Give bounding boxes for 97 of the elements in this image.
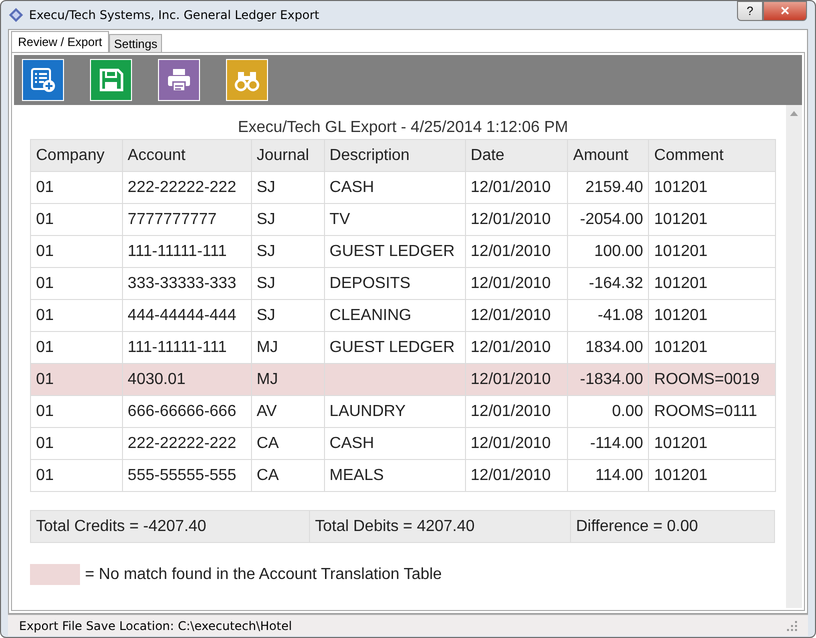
- table-cell: 01: [36, 338, 54, 356]
- printer-icon: [166, 67, 192, 93]
- table-cell: 12/01/2010: [470, 466, 551, 484]
- table-cell: TV: [330, 210, 350, 228]
- table-cell: 555-55555-555: [128, 466, 236, 484]
- table-cell: 333-33333-333: [128, 274, 236, 292]
- scrollbar[interactable]: [786, 105, 802, 608]
- table-cell: 101201: [654, 274, 708, 292]
- table-cell: 12/01/2010: [470, 434, 551, 452]
- table-cell: -1834.00: [580, 370, 644, 388]
- table-cell: 12/01/2010: [470, 210, 551, 228]
- table-cell: 01: [36, 466, 54, 484]
- table-cell: MEALS: [330, 466, 384, 484]
- legend-text: = No match found in the Account Translation Table: [85, 566, 442, 584]
- table-cell: GUEST LEDGER: [330, 242, 455, 260]
- table-cell: 101201: [654, 178, 708, 196]
- table-cell: 01: [36, 402, 54, 420]
- table-cell: ROOMS=0019: [654, 370, 760, 388]
- table-cell: DEPOSITS: [330, 274, 410, 292]
- print-button[interactable]: [158, 59, 200, 101]
- table-cell: 100.00: [594, 242, 644, 260]
- table-cell: 12/01/2010: [470, 274, 551, 292]
- column-header: Account: [122, 140, 252, 172]
- table-cell: 666-66666-666: [128, 402, 236, 420]
- table-cell: 111-11111-111: [128, 242, 227, 260]
- find-button[interactable]: [226, 59, 268, 101]
- app-logo-icon: [9, 8, 23, 22]
- table-cell: 01: [36, 434, 54, 452]
- table-cell: CASH: [330, 178, 374, 196]
- table-cell: 12/01/2010: [470, 402, 551, 420]
- table-cell: 222-22222-222: [128, 434, 236, 452]
- total-text: Difference = 0.00: [575, 516, 700, 536]
- help-button[interactable]: ?: [737, 1, 763, 21]
- table-cell: 114.00: [595, 466, 644, 484]
- new-button[interactable]: [22, 59, 64, 101]
- table-cell: 222-22222-222: [128, 178, 236, 196]
- table-cell: 101201: [654, 210, 708, 228]
- table-cell: ROOMS=0111: [654, 402, 758, 420]
- table-cell: CASH: [330, 434, 374, 452]
- table-cell: CA: [256, 466, 279, 484]
- table-cell: SJ: [256, 306, 276, 324]
- table-cell: 01: [36, 178, 54, 196]
- column-header: Date: [465, 140, 568, 172]
- table-cell: 7777777777: [128, 210, 217, 228]
- table-cell: 01: [36, 210, 54, 228]
- table-cell: 2159.40: [585, 178, 644, 196]
- table-cell: 12/01/2010: [470, 306, 551, 324]
- column-header: Company: [30, 140, 122, 172]
- table-cell: 111-11111-111: [128, 338, 227, 356]
- table-cell: 444-44444-444: [128, 306, 236, 324]
- column-header: Description: [324, 140, 466, 172]
- table-cell: SJ: [256, 210, 276, 228]
- table-cell: 12/01/2010: [470, 338, 551, 356]
- table-cell: -114.00: [590, 434, 644, 452]
- tab[interactable]: Review / Export: [11, 31, 110, 52]
- table-cell: 101201: [654, 466, 708, 484]
- add-list-icon: [30, 67, 56, 93]
- window-title: Execu/Tech Systems, Inc. General Ledger Export: [29, 8, 320, 22]
- table-cell: 101201: [654, 306, 708, 324]
- table-cell: 101201: [654, 242, 708, 260]
- status-text: Export File Save Location: C:\executech\Hotel: [19, 618, 292, 632]
- total-text: Total Credits = -4207.40: [31, 511, 310, 542]
- column-header: Amount: [568, 140, 649, 172]
- table-cell: SJ: [256, 274, 276, 292]
- table-cell: -41.08: [598, 306, 644, 324]
- table-cell: SJ: [256, 242, 276, 260]
- table-cell: 01: [36, 370, 54, 388]
- table-cell: 101201: [654, 338, 708, 356]
- table-cell: MJ: [256, 338, 278, 356]
- tab[interactable]: Settings: [109, 34, 162, 52]
- scroll-up-icon[interactable]: [790, 111, 798, 116]
- resize-grip-icon[interactable]: [787, 620, 797, 630]
- table-cell: -164.32: [588, 274, 644, 292]
- table-cell: -2054.00: [580, 210, 644, 228]
- table-cell: 01: [36, 306, 54, 324]
- table-cell: 0.00: [612, 402, 644, 420]
- table-cell: AV: [256, 402, 277, 420]
- table-cell: 12/01/2010: [470, 178, 551, 196]
- save-button[interactable]: [90, 59, 132, 101]
- table-cell: 1834.00: [585, 338, 644, 356]
- table-cell: 12/01/2010: [470, 370, 551, 388]
- legend-swatch: [30, 564, 80, 585]
- table-cell: 01: [36, 274, 54, 292]
- table-cell: 4030.01: [128, 370, 186, 388]
- table-cell: LAUNDRY: [330, 402, 406, 420]
- table-cell: 12/01/2010: [470, 242, 551, 260]
- table-cell: CA: [256, 434, 279, 452]
- report-title: Execu/Tech GL Export - 4/25/2014 1:12:06 PM: [236, 119, 570, 138]
- column-header: Journal: [251, 140, 324, 172]
- table-cell: SJ: [256, 178, 276, 196]
- total-text: Total Debits = 4207.40: [310, 511, 571, 542]
- column-header: Comment: [648, 140, 776, 172]
- table-cell: 01: [36, 242, 54, 260]
- table-cell: 101201: [654, 434, 708, 452]
- table-cell: MJ: [256, 370, 278, 388]
- table-cell: CLEANING: [330, 306, 412, 324]
- table-cell: GUEST LEDGER: [330, 338, 455, 356]
